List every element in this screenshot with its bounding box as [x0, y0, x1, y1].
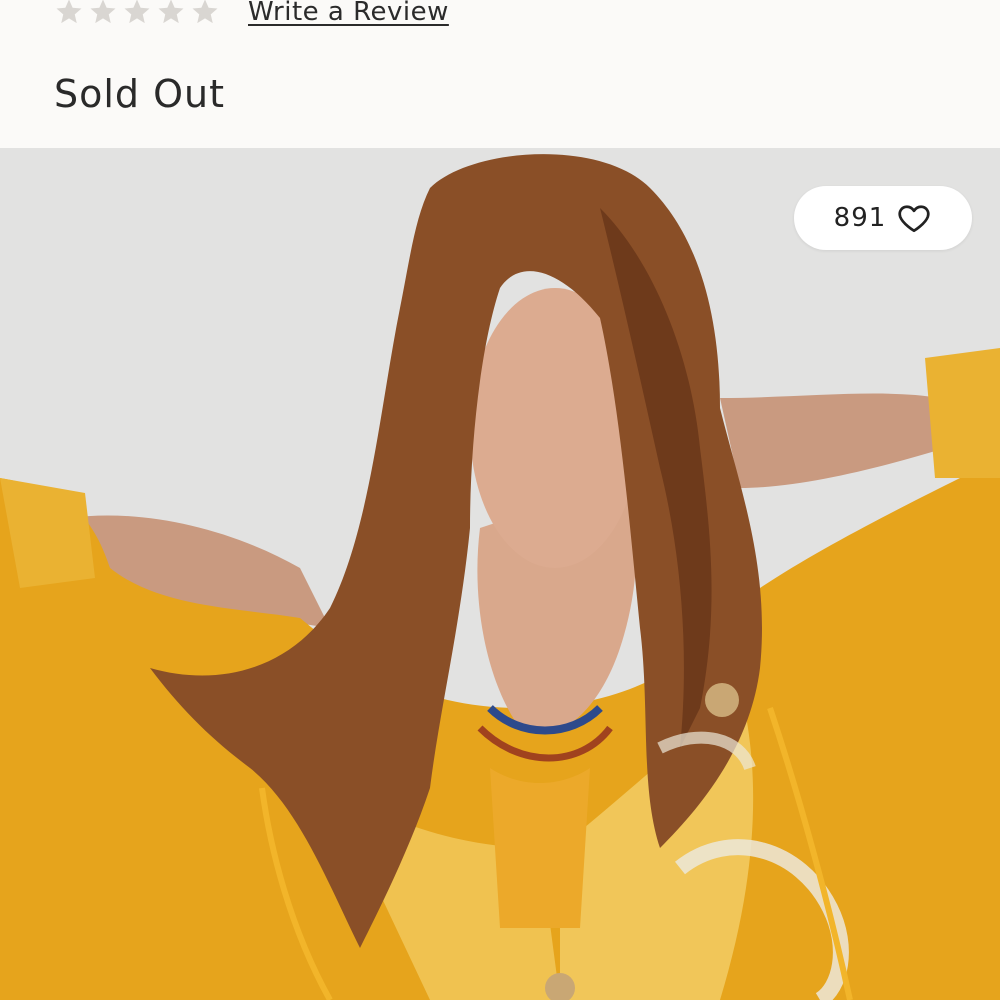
star-icon [192, 0, 218, 24]
star-icon [56, 0, 82, 24]
rating-row: Write a Review [54, 0, 449, 32]
favorites-count: 891 [833, 203, 887, 233]
write-review-link[interactable]: Write a Review [248, 0, 449, 27]
star-icon [124, 0, 150, 24]
favorite-button[interactable]: 891 [794, 186, 972, 250]
product-summary: Write a Review Sold Out [0, 0, 1000, 148]
star-rating[interactable] [54, 0, 220, 27]
star-icon [90, 0, 116, 24]
product-photo [0, 148, 1000, 1000]
availability-status: Sold Out [54, 72, 226, 116]
product-image[interactable]: 891 [0, 148, 1000, 1000]
star-icon [158, 0, 184, 24]
heart-outline-icon [898, 205, 930, 233]
